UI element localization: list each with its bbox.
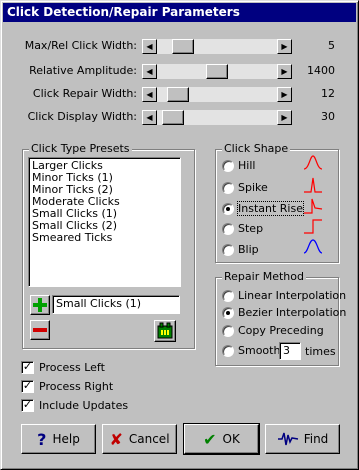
question-icon: ? (37, 429, 47, 449)
slider-left-arrow-icon[interactable]: ◀ (142, 64, 157, 79)
blip-wave-icon (303, 239, 323, 254)
slider-right-arrow-icon[interactable]: ▶ (277, 39, 292, 54)
checkmark-icon: ✓ (22, 360, 33, 373)
spike-wave-icon (304, 177, 322, 193)
slider-left-arrow-icon[interactable]: ◀ (142, 110, 157, 125)
radio-label-hill[interactable]: Hill (238, 159, 255, 172)
radio-blip[interactable] (222, 244, 234, 256)
slider-left-arrow-icon[interactable]: ◀ (142, 39, 157, 54)
ok-button[interactable]: ✔ OK (183, 423, 260, 455)
process-right-label[interactable]: Process Right (39, 380, 113, 393)
cancel-button-label: Cancel (128, 432, 170, 446)
find-button-label: Find (303, 432, 329, 446)
process-left-label[interactable]: Process Left (39, 361, 105, 374)
slider-thumb[interactable] (162, 110, 184, 125)
instant-rise-wave-icon (304, 198, 323, 214)
radio-label-linear-interpolation[interactable]: Linear Interpolation (238, 289, 346, 302)
radio-instant-rise[interactable] (222, 203, 234, 215)
slider-max-rel-click-width[interactable]: ◀ ▶ (142, 39, 292, 54)
save-preset-button[interactable] (154, 320, 176, 342)
presets-group-title: Click Type Presets (29, 142, 132, 155)
checkmark-icon: ✔ (203, 429, 217, 449)
process-right-checkbox[interactable]: ✓ (21, 380, 34, 393)
checkmark-icon: ✓ (22, 398, 33, 411)
checkmark-icon: ✓ (22, 379, 33, 392)
window-title: Click Detection/Repair Parameters (7, 5, 240, 19)
presets-list[interactable]: Larger Clicks Minor Ticks (1) Minor Tick… (28, 157, 181, 287)
radio-spike[interactable] (222, 182, 234, 194)
minus-icon (33, 328, 47, 332)
smooth-times-input[interactable]: 3 (279, 342, 301, 360)
radio-label-bezier-interpolation[interactable]: Bezier Interpolation (238, 306, 346, 319)
slider-value-max-rel-click-width: 5 (328, 39, 335, 52)
slider-left-arrow-icon[interactable]: ◀ (142, 87, 157, 102)
slider-value-click-display-width: 30 (321, 110, 335, 123)
cancel-button[interactable]: ✘ Cancel (102, 424, 177, 454)
include-updates-checkbox[interactable]: ✓ (21, 399, 34, 412)
x-icon: ✘ (109, 429, 123, 449)
hill-wave-icon (303, 155, 323, 170)
radio-label-spike[interactable]: Spike (238, 181, 268, 194)
slider-right-arrow-icon[interactable]: ▶ (277, 87, 292, 102)
radio-label-smooth[interactable]: Smooth (238, 344, 280, 357)
remove-preset-button[interactable] (30, 320, 50, 340)
help-button[interactable]: ? Help (21, 424, 96, 454)
add-preset-button[interactable] (30, 295, 50, 315)
slider-click-repair-width[interactable]: ◀ ▶ (142, 87, 292, 102)
repair-method-group-title: Repair Method (222, 270, 306, 283)
dialog-window: Click Detection/Repair Parameters Max/Re… (0, 0, 359, 470)
radio-label-step[interactable]: Step (238, 222, 263, 235)
radio-copy-preceding[interactable] (222, 325, 234, 337)
list-item[interactable]: Smeared Ticks (32, 232, 180, 244)
radio-smooth[interactable] (222, 345, 234, 357)
radio-label-instant-rise[interactable]: Instant Rise (237, 201, 304, 216)
title-bar: Click Detection/Repair Parameters (3, 3, 356, 22)
process-left-checkbox[interactable]: ✓ (21, 361, 34, 374)
slider-right-arrow-icon[interactable]: ▶ (277, 64, 292, 79)
radio-bezier-interpolation[interactable] (222, 307, 234, 319)
plus-icon (33, 298, 47, 312)
waveform-icon (277, 432, 298, 446)
slider-relative-amplitude[interactable]: ◀ ▶ (142, 64, 292, 79)
slider-label-click-display-width: Click Display Width: (27, 110, 137, 123)
radio-label-copy-preceding[interactable]: Copy Preceding (238, 324, 324, 337)
radio-linear-interpolation[interactable] (222, 290, 234, 302)
slider-label-max-rel-click-width: Max/Rel Click Width: (24, 39, 137, 52)
click-shape-group-title: Click Shape (222, 142, 291, 155)
slider-label-click-repair-width: Click Repair Width: (32, 87, 137, 100)
slider-value-click-repair-width: 12 (321, 87, 335, 100)
help-button-label: Help (52, 432, 80, 446)
save-preset-icon (157, 322, 173, 339)
slider-right-arrow-icon[interactable]: ▶ (277, 110, 292, 125)
slider-click-display-width[interactable]: ◀ ▶ (142, 110, 292, 125)
find-button[interactable]: Find (265, 424, 340, 454)
slider-label-relative-amplitude: Relative Amplitude: (29, 64, 137, 77)
slider-thumb[interactable] (172, 39, 194, 54)
include-updates-label[interactable]: Include Updates (39, 399, 128, 412)
radio-step[interactable] (222, 223, 234, 235)
smooth-times-suffix: times (305, 345, 336, 358)
preset-name-input[interactable]: Small Clicks (1) (52, 295, 180, 314)
ok-button-label: OK (222, 432, 240, 446)
step-wave-icon (304, 219, 322, 234)
slider-thumb[interactable] (167, 87, 189, 102)
radio-hill[interactable] (222, 160, 234, 172)
radio-label-blip[interactable]: Blip (238, 243, 259, 256)
slider-thumb[interactable] (206, 64, 228, 79)
slider-value-relative-amplitude: 1400 (307, 64, 335, 77)
